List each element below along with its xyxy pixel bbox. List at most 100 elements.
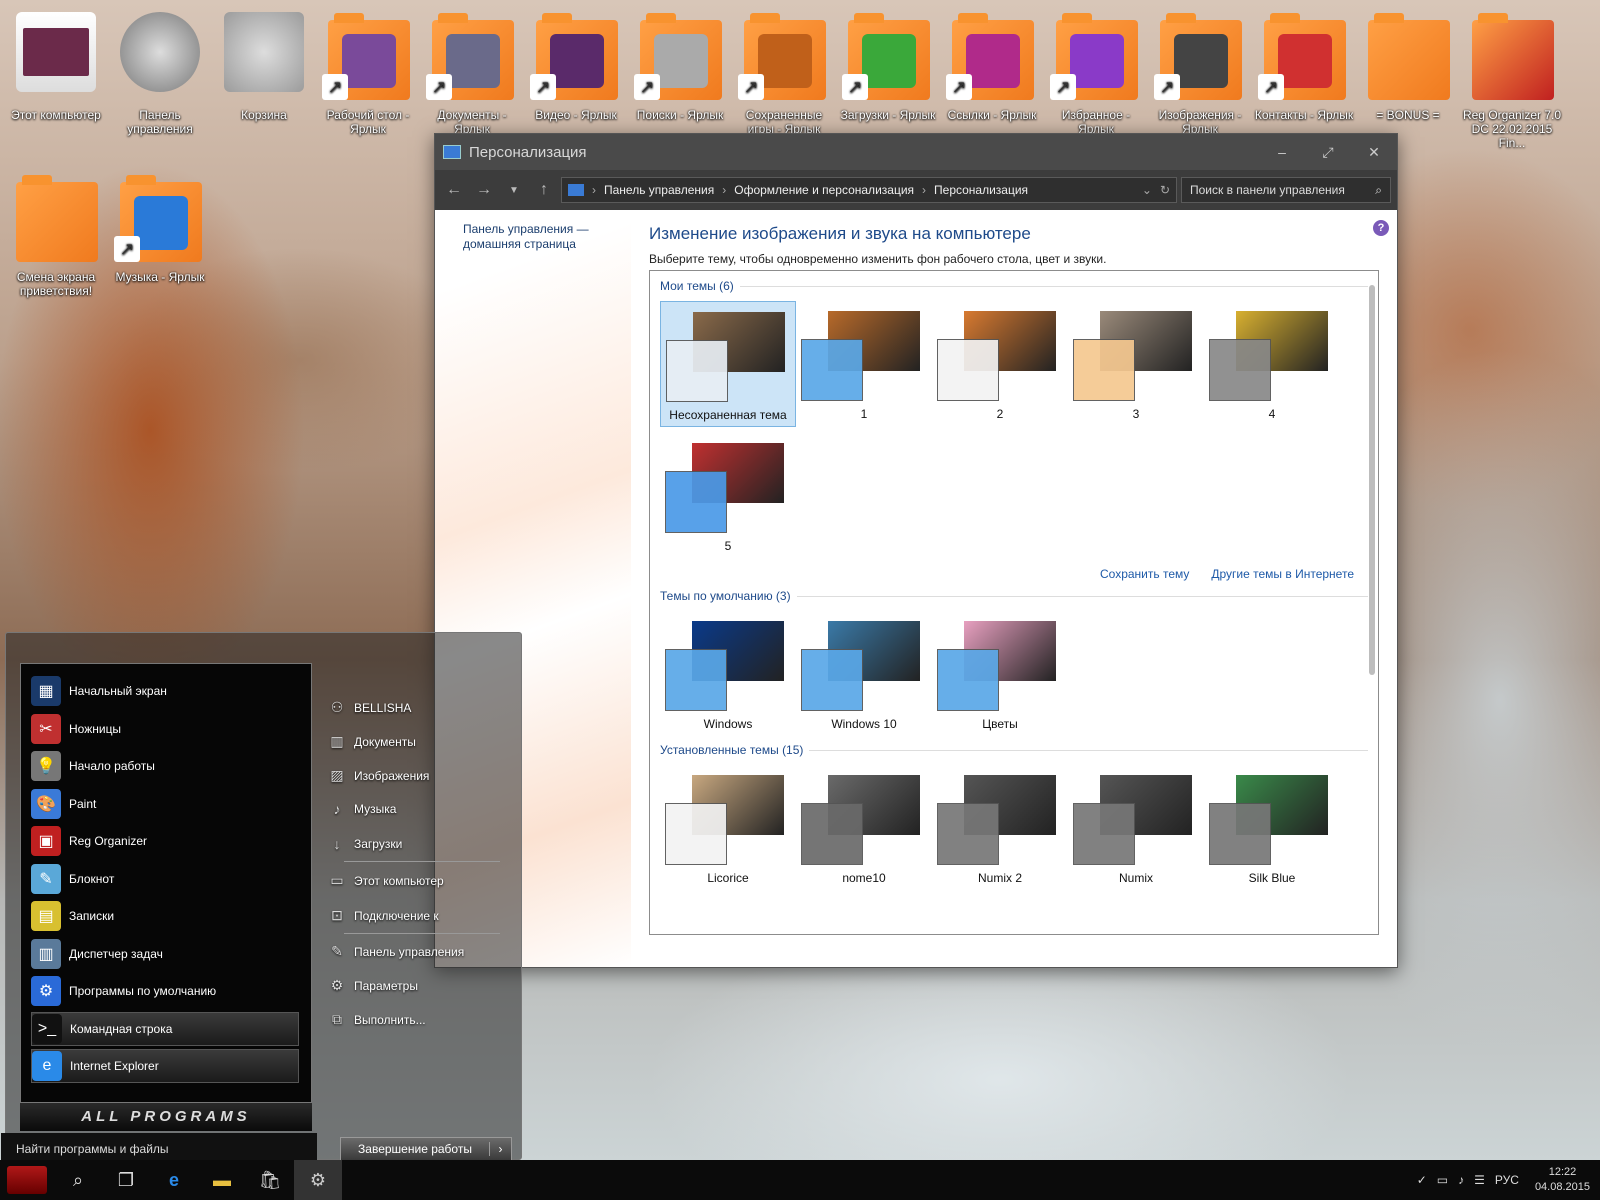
up-arrow-icon[interactable]: ↑ xyxy=(531,177,557,203)
search-input[interactable]: Поиск в панели управления ⌕ xyxy=(1181,177,1391,203)
chevron-down-icon[interactable]: ⌄ xyxy=(1142,183,1152,197)
start-menu-place-label: Параметры xyxy=(354,978,418,993)
start-menu-program[interactable]: >_ Командная строка xyxy=(31,1011,299,1046)
minimize-button[interactable]: – xyxy=(1259,134,1305,170)
desktop-icon[interactable]: = BONUS = xyxy=(1356,8,1460,122)
desktop-icon[interactable]: ↗ Документы - Ярлык xyxy=(420,8,524,136)
start-menu-program[interactable]: ▥ Диспетчер задач xyxy=(31,937,299,971)
title-bar[interactable]: Персонализация – ⤢ ✕ xyxy=(435,134,1397,170)
address-bar[interactable]: › Панель управления › Оформление и персо… xyxy=(561,177,1177,203)
volume-icon[interactable]: ♪ xyxy=(1458,1173,1464,1187)
start-menu-place[interactable]: ▨ Изображения xyxy=(328,767,429,784)
file-explorer-icon[interactable]: ▬ xyxy=(198,1160,246,1200)
back-arrow-icon[interactable]: ← xyxy=(441,177,467,203)
scissors-icon: ✂ xyxy=(31,713,61,744)
desktop-icon[interactable]: ↗ Контакты - Ярлык xyxy=(1252,8,1356,122)
task-view-icon[interactable]: ❐ xyxy=(102,1160,150,1200)
desktop-icon[interactable]: Этот компьютер xyxy=(4,8,108,122)
start-menu-place[interactable]: ▭ Этот компьютер xyxy=(328,872,443,889)
start-menu-program[interactable]: ✂ Ножницы xyxy=(31,712,299,746)
desktop-icon[interactable]: ↗ Избранное - Ярлык xyxy=(1044,8,1148,136)
network-icon[interactable]: ▭ xyxy=(1437,1173,1448,1187)
desktop-icon[interactable]: ↗ Изображения - Ярлык xyxy=(1148,8,1252,136)
start-menu-place[interactable]: ✎ Панель управления xyxy=(328,943,464,960)
defender-icon[interactable]: ✓ xyxy=(1417,1173,1427,1187)
shutdown-button[interactable]: Завершение работы › xyxy=(340,1137,512,1161)
desktop-icon[interactable]: ↗ Ссылки - Ярлык xyxy=(940,8,1044,122)
start-menu-program[interactable]: e Internet Explorer xyxy=(31,1049,299,1083)
address-toolbar: ← → ▼ ↑ › Панель управления › Оформление… xyxy=(435,170,1397,210)
help-icon[interactable]: ? xyxy=(1373,220,1389,236)
scrollbar-thumb[interactable] xyxy=(1369,285,1375,675)
start-button[interactable] xyxy=(0,1160,54,1200)
theme-tile[interactable]: Silk Blue xyxy=(1204,765,1340,891)
theme-tile[interactable]: 2 xyxy=(932,301,1068,427)
close-button[interactable]: ✕ xyxy=(1351,134,1397,170)
documents-icon: ▥ xyxy=(330,733,344,749)
chevron-down-icon[interactable]: ▼ xyxy=(501,177,527,203)
vertical-scrollbar[interactable] xyxy=(1369,279,1375,929)
start-menu: ▦ Начальный экран ✂ Ножницы 💡 Начало работы 🎨 P… xyxy=(1,632,522,1165)
start-menu-program[interactable]: ▤ Записки xyxy=(31,899,299,933)
theme-tile[interactable]: 3 xyxy=(1068,301,1204,427)
start-menu-place[interactable]: ↓ Загрузки xyxy=(328,836,403,852)
search-icon[interactable]: ⌕ xyxy=(54,1160,102,1200)
search-icon[interactable]: ⌕ xyxy=(1375,183,1382,198)
desktop-icon[interactable]: Смена экрана приветствия! xyxy=(4,170,108,298)
start-menu-place[interactable]: ⧉ Выполнить... xyxy=(328,1011,426,1028)
theme-tile[interactable]: Licorice xyxy=(660,765,796,891)
save-theme-link[interactable]: Сохранить тему xyxy=(1100,567,1189,581)
refresh-icon[interactable]: ↻ xyxy=(1160,183,1176,197)
notifications-icon[interactable]: ☰ xyxy=(1474,1173,1485,1187)
theme-tile[interactable]: Windows xyxy=(660,611,796,737)
desktop-icon[interactable]: Панель управления xyxy=(108,8,212,136)
start-menu-program[interactable]: 💡 Начало работы xyxy=(31,749,299,783)
all-programs-button[interactable]: ALL PROGRAMS xyxy=(20,1103,312,1131)
start-menu-program[interactable]: ▣ Reg Organizer xyxy=(31,824,299,858)
desktop-icon[interactable]: ↗ Музыка - Ярлык xyxy=(108,170,212,284)
start-menu-place[interactable]: ▥ Документы xyxy=(328,733,415,750)
edge-browser-icon[interactable]: e xyxy=(150,1160,198,1200)
desktop-icon[interactable]: ↗ Видео - Ярлык xyxy=(524,8,628,122)
theme-tile[interactable]: Windows 10 xyxy=(796,611,932,737)
desktop-icon[interactable]: ↗ Загрузки - Ярлык xyxy=(836,8,940,122)
store-icon[interactable]: 🛍 xyxy=(246,1160,294,1200)
theme-tile[interactable]: 4 xyxy=(1204,301,1340,427)
desktop-icon[interactable]: Корзина xyxy=(212,8,316,122)
start-menu-program[interactable]: ▦ Начальный экран xyxy=(31,674,299,708)
theme-tile[interactable]: Numix xyxy=(1068,765,1204,891)
shutdown-options-button[interactable]: › xyxy=(489,1142,511,1156)
desktop-icon-label: Контакты - Ярлык xyxy=(1254,108,1354,122)
theme-tile[interactable]: Несохраненная тема xyxy=(660,301,796,427)
start-menu-place[interactable]: ⚙ Параметры xyxy=(328,977,418,994)
forward-arrow-icon[interactable]: → xyxy=(471,177,497,203)
breadcrumb-item[interactable]: Персонализация xyxy=(934,183,1028,197)
desktop-icon[interactable]: ↗ Поиски - Ярлык xyxy=(628,8,732,122)
theme-tile[interactable]: 1 xyxy=(796,301,932,427)
desktop-icon[interactable]: Reg Organizer 7.0 DC 22.02.2015 Fin... xyxy=(1460,8,1564,150)
maximize-button[interactable]: ⤢ xyxy=(1305,134,1351,170)
clock[interactable]: 12:22 04.08.2015 xyxy=(1535,1165,1590,1195)
language-indicator[interactable]: РУС xyxy=(1495,1173,1519,1187)
start-menu-place-label: Музыка xyxy=(354,802,397,816)
breadcrumb-item[interactable]: Панель управления xyxy=(604,183,714,197)
desktop-icon-label: Изображения - Ярлык xyxy=(1158,108,1242,136)
start-menu-place[interactable]: ⊡ Подключение к xyxy=(328,907,439,924)
control-panel-icon[interactable]: ⚙ xyxy=(294,1160,342,1200)
desktop-icon[interactable]: ↗ Сохраненные игры - Ярлык xyxy=(732,8,836,136)
start-menu-program[interactable]: ⚙ Программы по умолчанию xyxy=(31,974,299,1008)
more-themes-link[interactable]: Другие темы в Интернете xyxy=(1211,567,1354,581)
desktop-icon[interactable]: ↗ Рабочий стол - Ярлык xyxy=(316,8,420,136)
control-panel-home-link[interactable]: Панель управления — домашняя страница xyxy=(463,222,603,252)
folder-icon xyxy=(1464,8,1560,104)
start-menu-place[interactable]: ⚇ BELLISHA xyxy=(328,699,412,716)
breadcrumb-item[interactable]: Оформление и персонализация xyxy=(734,183,914,197)
start-menu-program[interactable]: 🎨 Paint xyxy=(31,787,299,821)
theme-tile[interactable]: nome10 xyxy=(796,765,932,891)
start-menu-program[interactable]: ✎ Блокнот xyxy=(31,862,299,896)
theme-tile[interactable]: Numix 2 xyxy=(932,765,1068,891)
theme-tile[interactable]: 5 xyxy=(660,433,796,559)
theme-name: nome10 xyxy=(842,871,886,885)
theme-tile[interactable]: Цветы xyxy=(932,611,1068,737)
start-menu-place[interactable]: ♪ Музыка xyxy=(328,801,397,817)
